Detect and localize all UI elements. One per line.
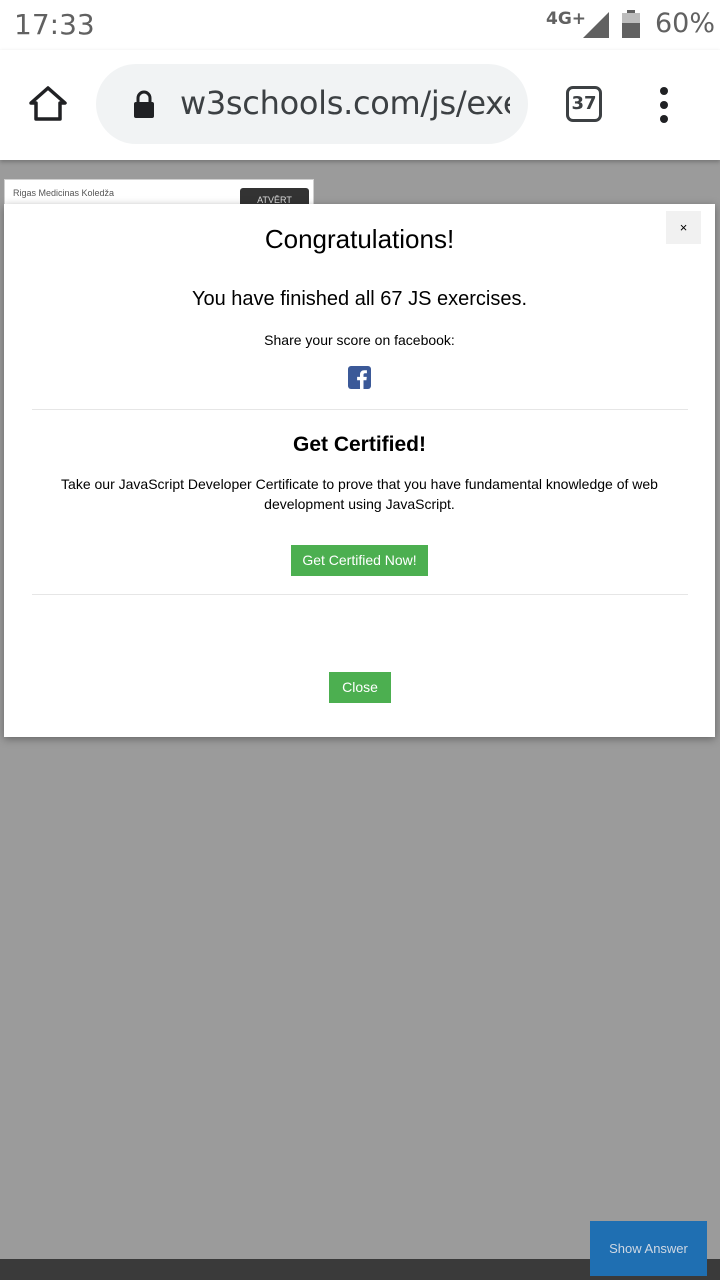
show-answer-button[interactable]: Show Answer [590,1221,707,1276]
get-certified-button[interactable]: Get Certified Now! [291,545,428,576]
certificate-description: Take our JavaScript Developer Certificat… [61,476,658,512]
close-button[interactable]: Close [329,672,391,703]
url-text[interactable]: w3schools.com/js/exer [180,84,510,122]
battery-percent: 60% [655,8,716,39]
browser-toolbar: w3schools.com/js/exer 37 [0,50,720,160]
modal-title: Congratulations! [264,224,455,254]
status-time: 17:33 [14,8,95,41]
divider [32,409,688,410]
ad-title: Rigas Medicinas Koledža [13,188,115,198]
tab-switcher-button[interactable]: 37 [566,86,602,122]
address-bar[interactable]: w3schools.com/js/exer [96,64,528,144]
congratulations-modal: × Congratulations! You have finished all… [4,204,715,737]
network-type: 4G+ [546,9,587,29]
facebook-icon[interactable] [348,366,371,389]
share-label: Share your score on facebook: [264,332,455,348]
home-icon[interactable] [28,84,68,124]
certified-heading: Get Certified! [292,433,426,456]
battery-icon [622,10,640,38]
lock-icon [134,90,154,118]
divider [32,594,688,595]
signal-icon [583,12,609,38]
completion-message: You have finished all 67 JS exercises. [191,288,528,310]
more-options-icon[interactable] [656,86,672,124]
status-bar: 17:33 4G+ 60% [0,0,720,50]
